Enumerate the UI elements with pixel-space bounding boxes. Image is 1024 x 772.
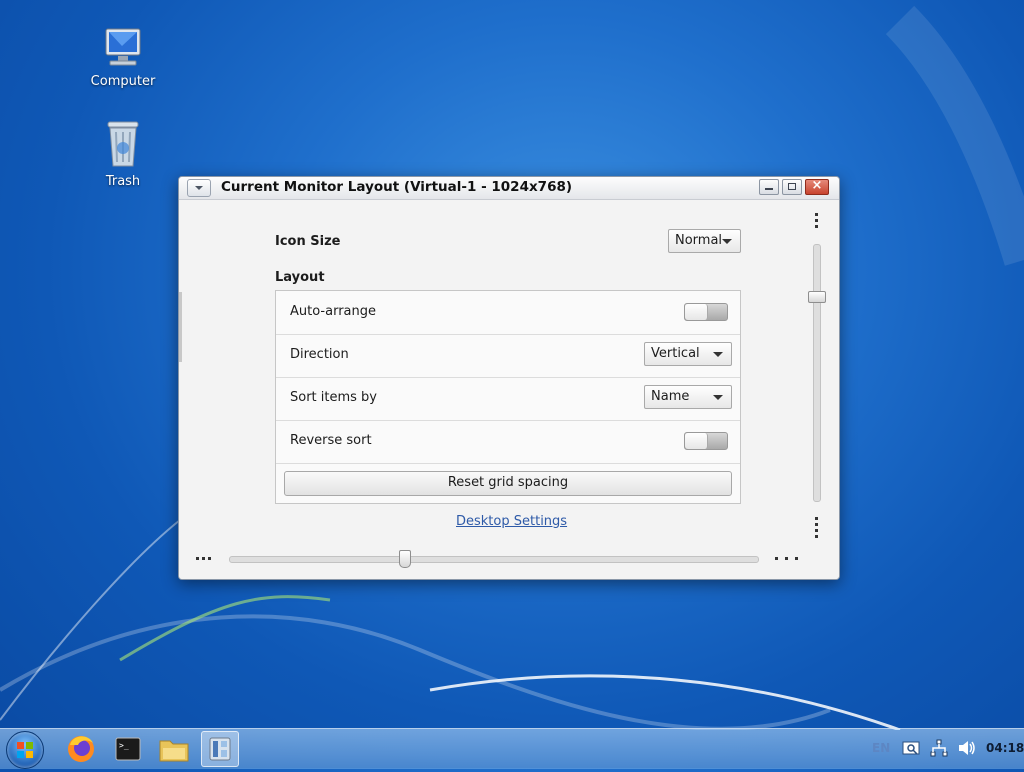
reverse-sort-toggle[interactable]: [684, 432, 728, 450]
reset-grid-spacing-button[interactable]: Reset grid spacing: [284, 471, 732, 496]
sort-by-value: Name: [651, 389, 690, 404]
desktop-icon-label: Trash: [105, 174, 141, 189]
resize-grip-icon[interactable]: [196, 557, 214, 561]
desktop-settings-icon[interactable]: [201, 731, 239, 767]
auto-arrange-label: Auto-arrange: [290, 304, 376, 319]
sort-by-row: Sort items by Name: [276, 377, 740, 421]
window-title: Current Monitor Layout (Virtual-1 - 1024…: [221, 179, 573, 195]
taskbar-clock[interactable]: 04:18: [986, 741, 1024, 755]
toggle-knob: [685, 304, 708, 320]
direction-row: Direction Vertical: [276, 334, 740, 378]
desktop-settings-link[interactable]: Desktop Settings: [456, 514, 567, 529]
start-menu-icon[interactable]: [6, 731, 44, 769]
horizontal-scroll-thumb[interactable]: [399, 550, 411, 568]
monitor-layout-window: Current Monitor Layout (Virtual-1 - 1024…: [178, 176, 840, 580]
close-button[interactable]: ×: [805, 178, 829, 195]
direction-value: Vertical: [651, 346, 700, 361]
direction-dropdown[interactable]: Vertical: [644, 342, 732, 366]
desktop-icon-trash[interactable]: Trash: [78, 118, 168, 189]
screenshot-tool-icon[interactable]: [902, 739, 920, 757]
minimize-button[interactable]: [759, 179, 779, 195]
desktop-icon-label: Computer: [90, 74, 156, 89]
vertical-scrollbar[interactable]: [813, 244, 821, 502]
maximize-button[interactable]: [782, 179, 802, 195]
file-manager-icon[interactable]: [155, 731, 193, 767]
taskbar: >_ EN 04:18: [0, 728, 1024, 769]
reverse-sort-row: Reverse sort: [276, 420, 740, 464]
chevron-down-icon: [722, 239, 732, 244]
terminal-icon[interactable]: >_: [109, 731, 147, 767]
vertical-scroll-thumb[interactable]: [808, 291, 826, 303]
computer-icon: [105, 28, 141, 66]
window-menu-button[interactable]: [187, 179, 211, 197]
icon-size-label: Icon Size: [275, 234, 341, 249]
firefox-icon[interactable]: [62, 731, 100, 767]
close-icon: ×: [811, 178, 823, 193]
reset-row: Reset grid spacing: [276, 463, 740, 503]
resize-grip-icon[interactable]: [775, 557, 801, 561]
left-edge-divider: [179, 292, 182, 362]
layout-heading: Layout: [275, 270, 325, 285]
horizontal-scrollbar[interactable]: [229, 556, 759, 563]
volume-icon[interactable]: [957, 739, 977, 757]
icon-size-value: Normal: [675, 233, 723, 248]
icon-size-dropdown[interactable]: Normal: [668, 229, 741, 253]
layout-group: Auto-arrange Direction Vertical Sort ite…: [275, 290, 741, 504]
resize-grip-icon[interactable]: [815, 213, 819, 231]
trash-icon: [107, 121, 139, 167]
chevron-down-icon: [713, 352, 723, 357]
toggle-knob: [685, 433, 708, 449]
windows-logo-icon: [17, 742, 33, 758]
sort-by-label: Sort items by: [290, 390, 378, 405]
reverse-sort-label: Reverse sort: [290, 433, 372, 448]
desktop-icon-computer[interactable]: Computer: [78, 26, 168, 89]
sort-by-dropdown[interactable]: Name: [644, 385, 732, 409]
svg-text:>_: >_: [119, 741, 129, 750]
auto-arrange-row: Auto-arrange: [276, 291, 740, 335]
window-titlebar[interactable]: Current Monitor Layout (Virtual-1 - 1024…: [179, 177, 839, 200]
direction-label: Direction: [290, 347, 349, 362]
auto-arrange-toggle[interactable]: [684, 303, 728, 321]
resize-grip-icon[interactable]: [815, 517, 819, 541]
keyboard-language-indicator[interactable]: EN: [872, 741, 890, 755]
window-content: Icon Size Normal Layout Auto-arrange Dir…: [179, 200, 839, 579]
network-icon[interactable]: [930, 739, 948, 757]
chevron-down-icon: [713, 395, 723, 400]
